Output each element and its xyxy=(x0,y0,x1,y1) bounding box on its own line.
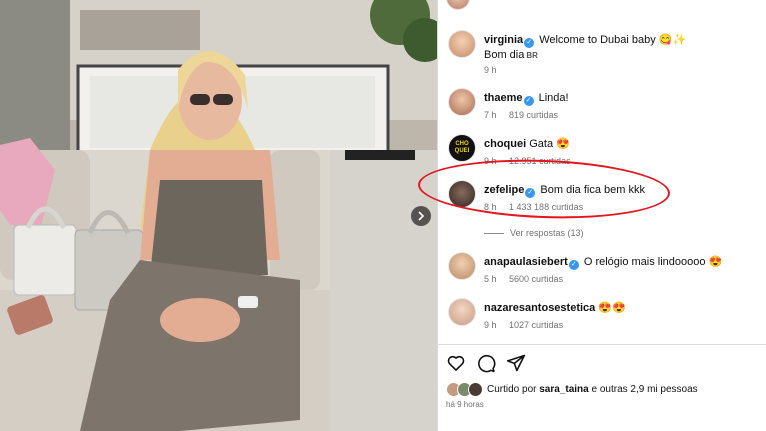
chevron-right-icon xyxy=(418,211,425,221)
verified-badge-icon: ✓ xyxy=(524,38,535,48)
next-photo-button[interactable] xyxy=(411,206,431,226)
comment-username[interactable]: virginia xyxy=(484,34,523,46)
flag-br: BR xyxy=(526,51,538,60)
comment-text: Gata 😍 xyxy=(529,138,570,150)
actions-divider xyxy=(438,344,766,345)
comment-text: Welcome to Dubai baby 😋✨ xyxy=(539,34,687,46)
view-replies-link[interactable]: Ver respostas (13) xyxy=(484,228,584,238)
comment-username[interactable]: choquei xyxy=(484,138,526,150)
avatar[interactable] xyxy=(448,252,476,280)
avatar[interactable] xyxy=(448,30,476,58)
comment-icon[interactable] xyxy=(476,353,496,373)
comment-text: O relógio mais lindooooo 😍 xyxy=(583,256,723,268)
comment-username[interactable]: nazaresantosestetica xyxy=(484,302,595,314)
comment-likes[interactable]: 12.951 curtidas xyxy=(509,156,571,166)
view-replies-label: Ver respostas (13) xyxy=(510,228,584,238)
comment-time: 8 h xyxy=(484,202,497,212)
comment-text: Linda! xyxy=(538,92,569,104)
comment-likes[interactable]: 5600 curtidas xyxy=(509,274,563,284)
comment-time: 9 h xyxy=(484,320,497,330)
comment-username[interactable]: anapaulasiebert xyxy=(484,256,568,268)
liked-by-prefix: Curtido por xyxy=(487,384,537,395)
comment-likes[interactable]: 1 433 188 curtidas xyxy=(509,202,583,212)
liked-by: Curtido por sara_taina e outras 2,9 mi p… xyxy=(446,382,698,397)
heart-icon[interactable] xyxy=(446,353,466,373)
comment-time: 5 h xyxy=(484,274,497,284)
avatar[interactable] xyxy=(448,298,476,326)
comment-text-line2: Bom dia xyxy=(484,49,525,61)
replies-dash xyxy=(484,233,504,235)
verified-badge-icon: ✓ xyxy=(525,188,536,198)
comment-likes[interactable]: 819 curtidas xyxy=(509,110,558,120)
share-icon[interactable] xyxy=(506,353,526,373)
avatar xyxy=(468,382,483,397)
liked-by-suffix[interactable]: e outras 2,9 mi pessoas xyxy=(592,384,698,395)
post-time: há 9 horas xyxy=(446,400,484,409)
avatar[interactable] xyxy=(446,0,470,10)
comment-text: 😍😍 xyxy=(598,302,626,314)
avatar-text: CHO QUEI xyxy=(454,141,470,154)
comment-text: Bom dia fica bem kkk xyxy=(540,184,645,196)
post-photo xyxy=(0,0,437,431)
comment-likes[interactable]: 1027 curtidas xyxy=(509,320,563,330)
avatar[interactable]: CHO QUEI xyxy=(448,134,476,162)
avatar[interactable] xyxy=(448,88,476,116)
comment-username[interactable]: thaeme xyxy=(484,92,523,104)
avatar[interactable] xyxy=(448,180,476,208)
comment-time: 9 h xyxy=(484,156,497,166)
verified-badge-icon: ✓ xyxy=(568,260,579,270)
comment-time: 9 h xyxy=(484,65,497,75)
comment-time: 7 h xyxy=(484,110,497,120)
post-actions xyxy=(446,353,526,373)
verified-badge-icon: ✓ xyxy=(523,96,534,106)
comment-username[interactable]: zefelipe xyxy=(484,184,524,196)
liked-by-user[interactable]: sara_taina xyxy=(539,384,588,395)
